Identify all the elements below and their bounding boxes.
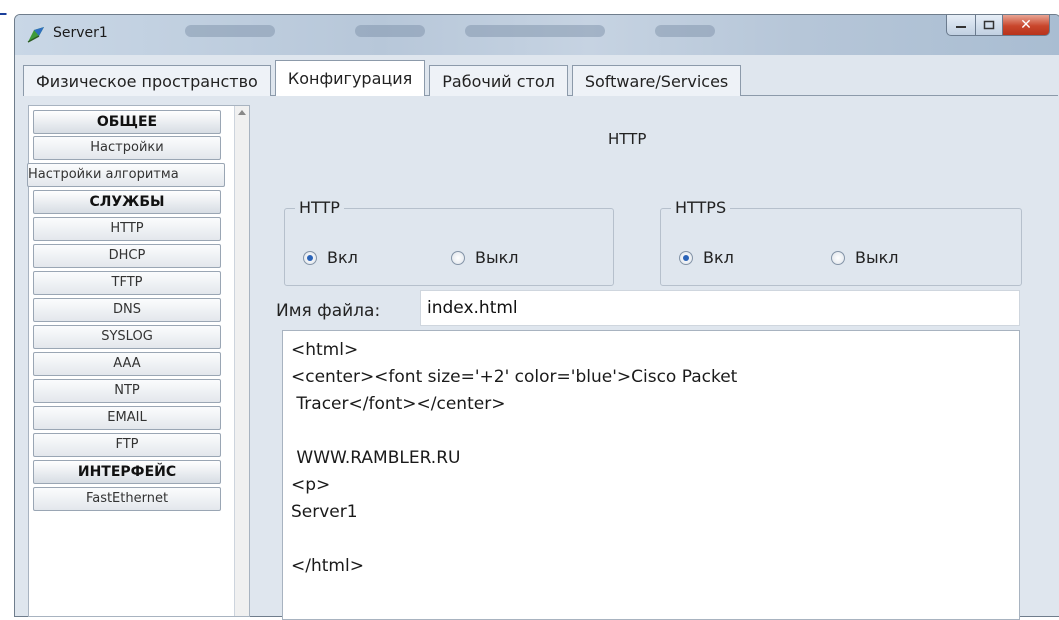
https-off-label: Выкл [855,248,899,267]
sidebar-item-algorithm-settings[interactable]: Настройки алгоритма [27,163,225,187]
sidebar-item-dns[interactable]: DNS [33,298,221,322]
close-button[interactable]: ✕ [1003,15,1050,36]
https-on-label: Вкл [703,248,734,267]
tab-desktop[interactable]: Рабочий стол [429,65,568,96]
file-name-label: Имя файла: [276,301,381,321]
sidebar-scrollbar[interactable] [234,106,249,616]
http-group: HTTP Вкл Выкл [284,198,614,286]
minimize-icon [956,26,966,28]
radio-unselected-icon [831,250,845,265]
sidebar-item-settings[interactable]: Настройки [33,136,221,160]
https-group: HTTPS Вкл Выкл [660,198,1022,286]
blurred-background [185,25,275,37]
blurred-background [465,25,605,37]
sidebar-item-http[interactable]: HTTP [33,217,221,241]
http-off-label: Выкл [475,248,519,267]
http-on-label: Вкл [327,248,358,267]
blurred-background [355,25,425,37]
sidebar-item-syslog[interactable]: SYSLOG [33,325,221,349]
sidebar-item-aaa[interactable]: AAA [33,352,221,376]
http-off-radio[interactable]: Выкл [451,248,519,267]
https-group-legend: HTTPS [671,198,731,217]
window-controls: ✕ [946,15,1050,37]
cropped-document-text [0,0,7,18]
https-off-radio[interactable]: Выкл [831,248,899,267]
window-title: Server1 [53,25,108,41]
maximize-icon [983,20,995,30]
scroll-up-icon[interactable] [238,110,246,115]
radio-selected-icon [679,250,693,265]
section-title: HTTP [608,130,647,148]
tab-software-services[interactable]: Software/Services [571,65,742,96]
server-app-icon [27,27,44,43]
html-editor-textarea[interactable]: <html> <center><font size='+2' color='bl… [282,330,1020,620]
http-on-radio[interactable]: Вкл [303,248,358,267]
maximize-button[interactable] [976,15,1003,36]
minimize-button[interactable] [946,15,976,36]
sidebar-header-general[interactable]: ОБЩЕЕ [33,110,221,134]
title-bar[interactable]: Server1 ✕ [15,15,1059,55]
tab-config[interactable]: Конфигурация [274,60,426,96]
sidebar-header-interface[interactable]: ИНТЕРФЕЙС [33,460,221,484]
https-on-radio[interactable]: Вкл [679,248,734,267]
sidebar-item-ftp[interactable]: FTP [33,433,221,457]
sidebar-header-services[interactable]: СЛУЖБЫ [33,190,221,214]
config-sidebar: ОБЩЕЕ Настройки Настройки алгоритма СЛУЖ… [27,105,250,617]
close-icon: ✕ [1020,17,1032,33]
sidebar-item-email[interactable]: EMAIL [33,406,221,430]
sidebar-item-dhcp[interactable]: DHCP [33,244,221,268]
http-group-legend: HTTP [295,198,344,217]
tab-physical[interactable]: Физическое пространство [23,65,271,96]
sidebar-item-ntp[interactable]: NTP [33,379,221,403]
sidebar-item-fastethernet[interactable]: FastEthernet [33,487,221,511]
radio-selected-icon [303,250,317,265]
tab-bar: Физическое пространство Конфигурация Раб… [23,60,745,96]
blurred-background [655,25,715,37]
sidebar-item-tftp[interactable]: TFTP [33,271,221,295]
file-name-input[interactable]: index.html [420,290,1020,326]
radio-unselected-icon [451,250,465,265]
